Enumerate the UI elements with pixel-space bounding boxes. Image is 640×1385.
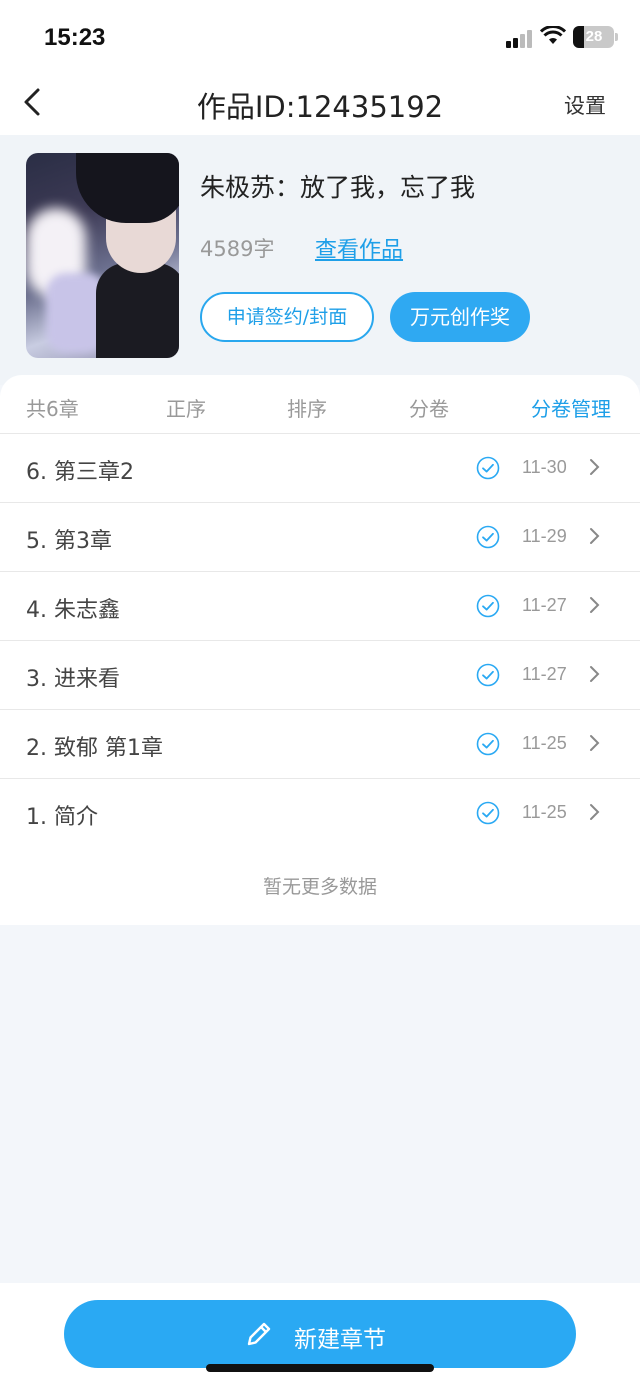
chapter-row[interactable]: 4. 朱志鑫 11-27 [0, 571, 640, 640]
page-title: 作品ID:12435192 [196, 90, 444, 124]
work-title: 朱极苏：放了我，忘了我 [200, 173, 476, 202]
volume-button[interactable]: 分卷 [409, 393, 449, 422]
chapter-row[interactable]: 5. 第3章 11-29 [0, 502, 640, 571]
chevron-right-icon [590, 597, 600, 613]
wifi-icon [540, 26, 566, 44]
settings-button[interactable]: 设置 [564, 90, 606, 120]
published-check-icon [476, 663, 500, 687]
battery-level: 28 [585, 28, 603, 45]
published-check-icon [476, 594, 500, 618]
nav-bar: 作品ID:12435192 设置 [0, 72, 640, 135]
published-check-icon [476, 525, 500, 549]
work-cover-image[interactable] [26, 153, 179, 358]
home-indicator [206, 1364, 434, 1372]
chapter-name: 5. 第3章 [26, 529, 112, 554]
work-header: 朱极苏：放了我，忘了我 4589字 查看作品 申请签约/封面 万元创作奖 [0, 135, 640, 385]
no-more-data-text: 暂无更多数据 [262, 876, 377, 898]
new-chapter-label: 新建章节 [294, 1327, 386, 1353]
chevron-right-icon [590, 735, 600, 751]
chapter-name: 6. 第三章2 [26, 460, 134, 485]
view-work-link[interactable]: 查看作品 [315, 232, 403, 264]
chapter-date: 11-25 [522, 802, 567, 822]
chapter-name: 4. 朱志鑫 [26, 598, 120, 623]
published-check-icon [476, 732, 500, 756]
volume-manage-button[interactable]: 分卷管理 [531, 393, 611, 422]
pencil-icon [247, 1322, 271, 1346]
status-bar: 15:23 28 [0, 0, 640, 72]
chapter-row[interactable]: 6. 第三章2 11-30 [0, 433, 640, 502]
chapter-date: 11-27 [522, 664, 567, 684]
chapter-panel: 共6章 正序 排序 分卷 分卷管理 6. 第三章2 11-30 5. 第3章 1… [0, 375, 640, 925]
chevron-right-icon [590, 666, 600, 682]
published-check-icon [476, 801, 500, 825]
chapter-name: 1. 简介 [26, 805, 98, 830]
apply-sign-cover-button[interactable]: 申请签约/封面 [200, 292, 374, 342]
chapter-total: 共6章 [26, 397, 79, 421]
word-count: 4589字 [200, 237, 275, 261]
cellular-signal-icon [506, 30, 534, 48]
order-button[interactable]: 正序 [166, 393, 206, 422]
chapter-date: 11-29 [522, 526, 567, 546]
chapter-date: 11-27 [522, 595, 567, 615]
status-time: 15:23 [44, 24, 106, 51]
battery-icon: 28 [573, 26, 618, 48]
chapter-toolbar: 共6章 正序 排序 分卷 分卷管理 [0, 375, 640, 433]
chevron-right-icon [590, 804, 600, 820]
published-check-icon [476, 456, 500, 480]
chapter-date: 11-25 [522, 733, 567, 753]
chapter-row[interactable]: 2. 致郁 第1章 11-25 [0, 709, 640, 778]
chapter-date: 11-30 [522, 457, 567, 477]
chapter-list: 6. 第三章2 11-30 5. 第3章 11-29 4. 朱志鑫 11-27 … [0, 433, 640, 847]
chevron-right-icon [590, 459, 600, 475]
chapter-name: 3. 进来看 [26, 667, 120, 692]
chevron-right-icon [590, 528, 600, 544]
creation-award-button[interactable]: 万元创作奖 [390, 292, 530, 342]
chapter-row[interactable]: 3. 进来看 11-27 [0, 640, 640, 709]
new-chapter-button[interactable]: 新建章节 [64, 1300, 576, 1368]
chapter-row[interactable]: 1. 简介 11-25 [0, 778, 640, 847]
sort-button[interactable]: 排序 [287, 393, 327, 422]
chapter-name: 2. 致郁 第1章 [26, 736, 163, 761]
